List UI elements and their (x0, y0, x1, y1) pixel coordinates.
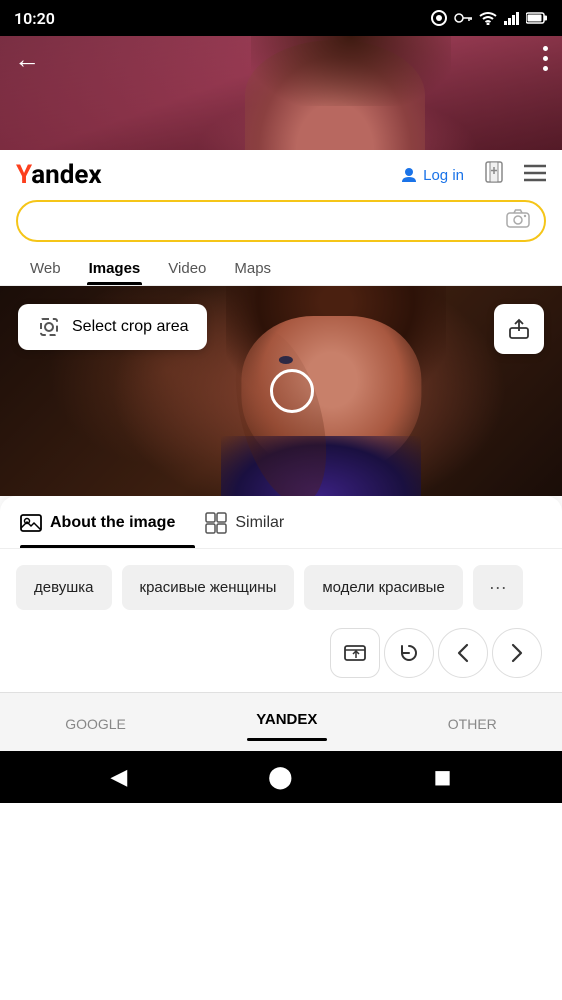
panel-tabs: About the image Similar (0, 496, 562, 549)
open-browser-button[interactable] (330, 628, 380, 678)
chevron-left-icon (457, 643, 469, 663)
tag-chip-2[interactable]: модели красивые (304, 565, 462, 610)
system-nav-bar: ◀ ⬤ ◼ (0, 751, 562, 803)
circle-status-icon (430, 9, 448, 27)
upload-icon (508, 318, 530, 340)
logo-y: Y (16, 160, 31, 190)
camera-search-button[interactable] (506, 208, 530, 234)
yandex-engine-button[interactable]: YANDEX (246, 707, 327, 732)
tab-about-image[interactable]: About the image (20, 496, 195, 548)
yandex-engine-wrap: YANDEX (246, 707, 327, 741)
hero-image-area: ← (0, 36, 562, 150)
bookmark-icon[interactable] (482, 160, 506, 190)
search-bar-wrap (0, 190, 562, 252)
select-crop-area-button[interactable]: Select crop area (18, 304, 207, 350)
image-tab-icon (20, 513, 42, 533)
person-icon (400, 166, 418, 184)
battery-icon (526, 12, 548, 24)
bottom-toolbar (0, 618, 562, 692)
tags-area: девушка красивые женщины модели красивые… (0, 549, 562, 618)
engine-bar: GOOGLE YANDEX OTHER (0, 692, 562, 751)
open-in-browser-icon (344, 643, 366, 663)
tag-chip-1[interactable]: красивые женщины (122, 565, 295, 610)
tag-chip-0[interactable]: девушка (16, 565, 112, 610)
tab-web[interactable]: Web (16, 252, 75, 285)
yandex-logo: Yandex (16, 160, 102, 190)
next-button[interactable] (492, 628, 542, 678)
tag-chip-more[interactable]: ··· (473, 565, 523, 610)
other-engine-button[interactable]: OTHER (438, 712, 507, 736)
status-bar: 10:20 (0, 0, 562, 36)
nav-tabs: Web Images Video Maps (0, 252, 562, 286)
search-bar (16, 200, 546, 242)
yandex-header: Yandex Log in (0, 150, 562, 190)
sys-back-button[interactable]: ◀ (110, 764, 127, 790)
signal-icon (504, 11, 520, 25)
login-button[interactable]: Log in (400, 166, 464, 184)
refresh-icon (399, 643, 419, 663)
wifi-icon (478, 11, 498, 25)
status-icons (430, 9, 548, 27)
more-menu-button[interactable] (543, 46, 548, 71)
prev-button[interactable] (438, 628, 488, 678)
bottom-panel: About the image Similar девушка красивые… (0, 496, 562, 751)
chevron-right-icon (511, 643, 523, 663)
crop-icon (36, 314, 62, 340)
tab-similar[interactable]: Similar (205, 496, 304, 548)
image-viewer: Select crop area (0, 286, 562, 496)
back-button[interactable]: ← (14, 46, 40, 72)
share-button[interactable] (494, 304, 544, 354)
tab-maps[interactable]: Maps (220, 252, 285, 285)
search-input[interactable] (32, 212, 506, 230)
tab-images[interactable]: Images (75, 252, 155, 285)
circle-target (270, 369, 314, 413)
key-icon (454, 12, 472, 24)
logo-rest: andex (31, 160, 101, 190)
active-engine-indicator (247, 738, 327, 741)
header-actions: Log in (400, 160, 546, 190)
status-time: 10:20 (14, 9, 55, 28)
grid-tab-icon (205, 512, 227, 534)
sys-home-button[interactable]: ⬤ (268, 764, 293, 790)
tab-video[interactable]: Video (154, 252, 220, 285)
google-engine-button[interactable]: GOOGLE (55, 712, 136, 736)
refresh-button[interactable] (384, 628, 434, 678)
sys-recent-button[interactable]: ◼ (433, 764, 451, 790)
hamburger-menu-icon[interactable] (524, 163, 546, 188)
